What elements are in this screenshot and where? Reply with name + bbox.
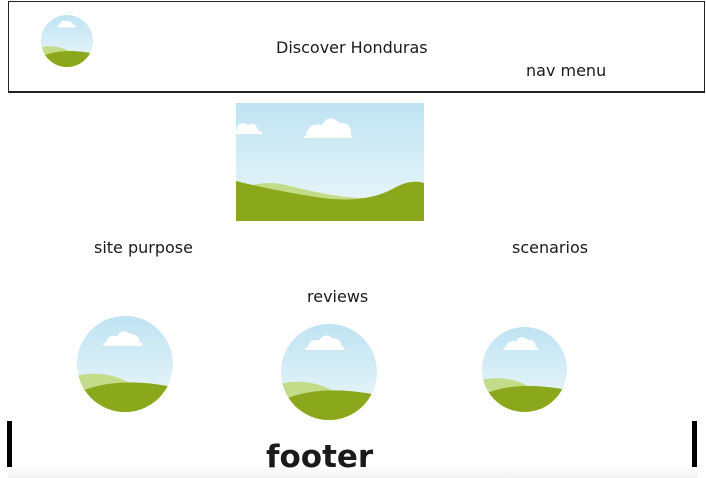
- reviews-label: reviews: [307, 287, 369, 306]
- logo-image[interactable]: [41, 15, 93, 67]
- footer-left-border: [7, 421, 12, 467]
- image-placeholder-icon: [41, 15, 93, 67]
- nav-menu-link[interactable]: nav menu: [526, 61, 606, 80]
- site-purpose-label: site purpose: [94, 238, 193, 257]
- scenarios-label: scenarios: [512, 238, 589, 257]
- hero-image: [236, 103, 424, 221]
- review-avatar-3: [482, 327, 567, 412]
- review-avatar-2: [281, 324, 377, 420]
- footer-label: footer: [266, 439, 374, 475]
- image-placeholder-icon: [281, 324, 377, 420]
- image-placeholder-icon: [77, 316, 173, 412]
- footer-right-border: [692, 421, 697, 467]
- review-avatar-1: [77, 316, 173, 412]
- image-placeholder-icon: [482, 327, 567, 412]
- site-title: Discover Honduras: [276, 38, 428, 57]
- image-placeholder-icon: [236, 103, 424, 221]
